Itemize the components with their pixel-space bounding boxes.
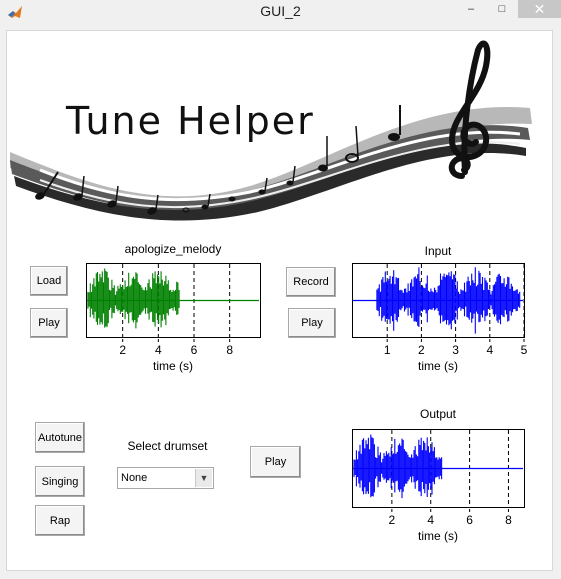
output-x-axis: 2 4 6 8 <box>389 509 512 527</box>
load-button[interactable]: Load <box>30 266 68 296</box>
input-xlabel: time (s) <box>418 359 458 373</box>
output-waveform-plot <box>352 429 525 508</box>
input-waveform-plot <box>352 263 525 338</box>
input-tick-label: 2 <box>418 343 425 357</box>
melody-tick-label: 8 <box>226 343 233 357</box>
melody-tick-label: 2 <box>119 343 126 357</box>
input-plot-title: Input <box>424 244 452 258</box>
input-play-button[interactable]: Play <box>288 308 336 338</box>
melody-xlabel: time (s) <box>153 359 193 373</box>
autotune-button[interactable]: Autotune <box>35 422 85 453</box>
output-tick-label: 8 <box>505 513 512 527</box>
output-xlabel: time (s) <box>418 529 458 543</box>
melody-waveform-series <box>87 268 180 329</box>
melody-plot-title: apologize_melody <box>124 242 222 256</box>
output-tick-label: 2 <box>389 513 396 527</box>
drumset-label: Select drumset <box>127 439 208 453</box>
input-tick-label: 3 <box>452 343 459 357</box>
output-tick-label: 6 <box>466 513 473 527</box>
input-x-axis: 1 2 3 4 5 <box>384 339 528 357</box>
banner-title: Tune Helper <box>65 99 315 143</box>
input-tick-label: 5 <box>521 343 528 357</box>
output-tick-label: 4 <box>427 513 434 527</box>
record-button[interactable]: Record <box>286 267 336 297</box>
output-play-button[interactable]: Play <box>250 446 301 478</box>
drumset-selected-value: None <box>121 472 148 484</box>
melody-play-button[interactable]: Play <box>30 308 68 338</box>
chevron-down-icon[interactable]: ▼ <box>195 469 212 487</box>
output-plot-title: Output <box>419 407 457 421</box>
melody-waveform-plot <box>86 263 261 338</box>
input-tick-label: 1 <box>384 343 391 357</box>
singing-button[interactable]: Singing <box>35 466 85 497</box>
rap-button[interactable]: Rap <box>35 505 85 536</box>
melody-tick-label: 4 <box>155 343 162 357</box>
melody-x-axis: 2 4 6 8 <box>119 339 233 357</box>
tune-helper-banner: Tune Helper <box>10 40 532 221</box>
drumset-select[interactable]: None ▼ <box>117 467 214 489</box>
melody-tick-label: 6 <box>191 343 198 357</box>
input-tick-label: 4 <box>486 343 493 357</box>
